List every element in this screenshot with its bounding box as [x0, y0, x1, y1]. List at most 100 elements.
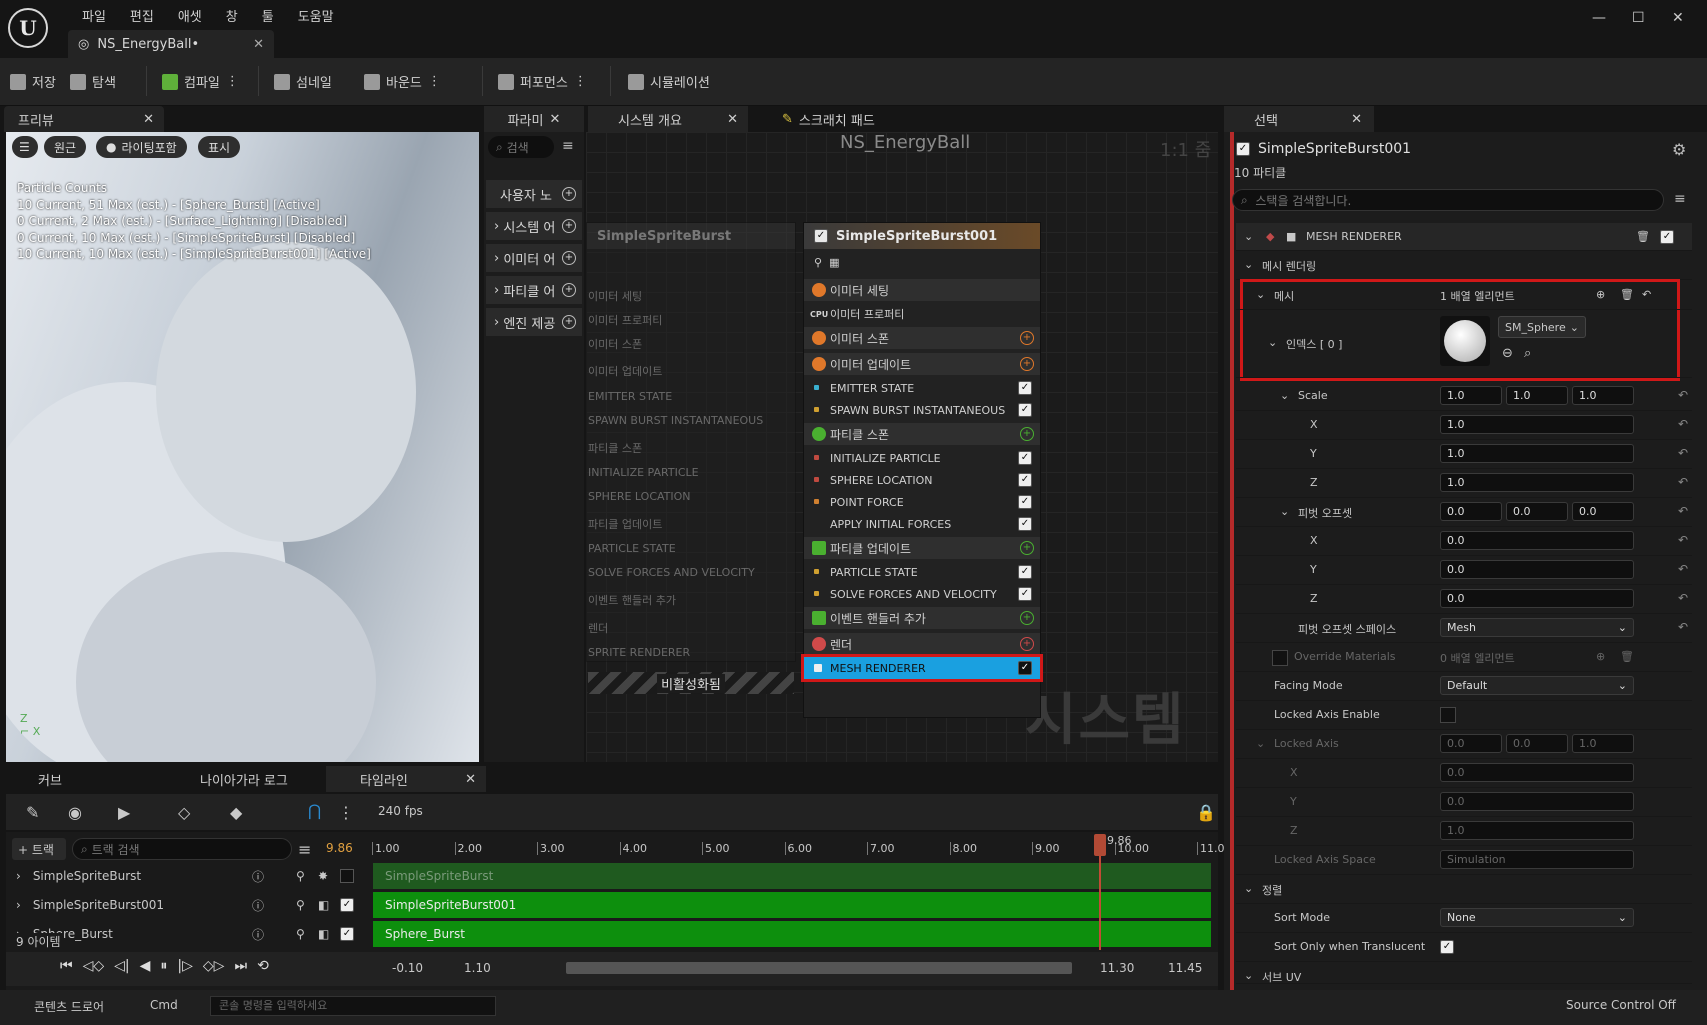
play-options-icon[interactable]: ▶ — [118, 803, 130, 822]
chevron-down-icon[interactable]: ⌄ — [1244, 882, 1253, 895]
burst-icon[interactable]: ✸ — [318, 869, 328, 883]
jump-end-icon[interactable]: ⏭ — [234, 958, 247, 974]
lighting-button[interactable]: ● 라이팅포함 — [96, 136, 187, 158]
trash-icon[interactable]: 🗑 — [1620, 288, 1634, 301]
performance-button[interactable]: 퍼포먼스 ⋮ — [498, 72, 587, 91]
reset-icon[interactable]: ↶ — [1678, 620, 1688, 634]
menu-asset[interactable]: 애셋 — [166, 6, 214, 25]
locked-y-field[interactable]: 0.0 — [1506, 734, 1568, 753]
fps-dropdown[interactable]: 240 fps — [378, 804, 423, 818]
pause-icon[interactable]: ⏸ — [160, 958, 167, 974]
range-out-field[interactable]: 11.30 — [1100, 961, 1134, 975]
source-control-button[interactable]: Source Control Off — [1566, 998, 1676, 1012]
mesh-asset-dropdown[interactable]: SM_Sphere ⌄ — [1498, 316, 1586, 338]
track-bar[interactable]: Sphere_Burst — [373, 921, 1211, 947]
node-row[interactable]: 이미터 세팅 — [586, 288, 796, 312]
scale-y-field[interactable]: 1.0 — [1506, 386, 1568, 405]
document-tab[interactable]: ◎ NS_EnergyBall• ✕ — [68, 30, 274, 58]
tab-system-overview[interactable]: 시스템 개요 ✕ — [588, 106, 748, 132]
chevron-down-icon[interactable]: ⌄ — [1244, 230, 1253, 243]
more-icon[interactable]: ⋮ — [226, 74, 239, 89]
simulation-button[interactable]: 시뮬레이션 — [628, 72, 710, 91]
module-row[interactable]: POINT FORCE ✓ — [804, 491, 1040, 513]
reset-icon[interactable]: ↶ — [1642, 288, 1651, 301]
playhead-handle[interactable] — [1094, 834, 1106, 856]
node-row[interactable]: INITIALIZE PARTICLE — [586, 466, 796, 490]
param-group-user[interactable]: 사용자 노 + — [486, 180, 582, 208]
mesh-icon[interactable]: ◧ — [318, 927, 329, 941]
node-row[interactable]: SPHERE LOCATION — [586, 490, 796, 516]
params-search-input[interactable]: ⌕ 검색 — [488, 136, 554, 158]
scale-x-field[interactable]: 1.0 — [1440, 386, 1502, 405]
add-icon[interactable]: + — [562, 251, 576, 265]
preview-tab[interactable]: 프리뷰 ✕ — [4, 106, 164, 132]
module-checkbox[interactable]: ✓ — [1018, 403, 1032, 417]
more-icon[interactable]: ⋮ — [338, 803, 354, 822]
sort-mode-dropdown[interactable]: None ⌄ — [1440, 908, 1634, 927]
trash-icon[interactable]: 🗑 — [1620, 650, 1634, 663]
cmd-dropdown[interactable]: Cmd — [150, 998, 178, 1012]
add-track-button[interactable]: + 트랙 — [12, 838, 66, 860]
chevron-down-icon[interactable]: ⌄ — [1256, 737, 1265, 750]
module-checkbox[interactable]: ✓ — [1018, 381, 1032, 395]
locked-z-input[interactable]: 1.0 — [1440, 821, 1634, 840]
play-reverse-icon[interactable]: ◀ — [140, 958, 151, 974]
category-sorting[interactable]: ⌄ 정렬 — [1236, 875, 1692, 904]
section-event-handler[interactable]: 이벤트 핸들러 추가 + — [804, 607, 1040, 629]
locked-z-field[interactable]: 1.0 — [1572, 734, 1634, 753]
close-icon[interactable]: ✕ — [727, 112, 738, 127]
menu-file[interactable]: 파일 — [70, 6, 118, 25]
chevron-right-icon[interactable]: › — [16, 869, 21, 883]
stack-search-input[interactable]: ⌕ 스택을 검색합니다. — [1232, 189, 1664, 211]
override-checkbox[interactable] — [1272, 650, 1288, 666]
next-key-icon[interactable]: ◇▷ — [203, 958, 225, 974]
trash-icon[interactable]: 🗑 — [1636, 230, 1650, 243]
info-icon[interactable]: ⓘ — [252, 868, 264, 885]
module-checkbox[interactable]: ✓ — [1018, 517, 1032, 531]
locked-space-dropdown[interactable]: Simulation — [1440, 850, 1634, 869]
pin-icon[interactable]: ⚲ — [814, 256, 822, 269]
param-group-emitter[interactable]: › 이미터 어 + — [486, 244, 582, 272]
grid-icon[interactable]: ▦ — [829, 256, 839, 269]
node-row[interactable]: 렌더 — [586, 620, 796, 646]
section-render[interactable]: 렌더 + — [804, 633, 1040, 655]
more-icon[interactable]: ⋮ — [428, 74, 441, 89]
save-button[interactable]: 저장 — [10, 72, 56, 91]
close-icon[interactable]: ✕ — [1351, 112, 1362, 127]
module-header-mesh-renderer[interactable]: ⌄ ◆ ■ MESH RENDERER 🗑 ✓ — [1236, 223, 1692, 251]
chevron-down-icon[interactable]: ⌄ — [1244, 969, 1253, 982]
compile-button[interactable]: 컴파일 ⋮ — [162, 72, 239, 91]
section-emitter-update[interactable]: 이미터 업데이트 + — [804, 353, 1040, 375]
close-icon[interactable]: ✕ — [465, 772, 476, 787]
console-input[interactable]: 콘솔 명령을 입력하세요 — [210, 996, 496, 1016]
add-renderer-icon[interactable]: + — [1020, 637, 1034, 651]
scale-z-input[interactable]: 1.0 — [1440, 473, 1634, 492]
unreal-logo-icon[interactable]: U — [8, 8, 48, 48]
pin-icon[interactable]: ⚲ — [296, 927, 305, 941]
locked-x-field[interactable]: 0.0 — [1440, 734, 1502, 753]
param-group-system[interactable]: › 시스템 어 + — [486, 212, 582, 240]
filter-icon[interactable]: ≡ — [298, 840, 311, 859]
reset-icon[interactable]: ↶ — [1678, 446, 1688, 460]
add-event-icon[interactable]: + — [1020, 611, 1034, 625]
range-in-field[interactable]: 1.10 — [464, 961, 491, 975]
perspective-button[interactable]: 원근 — [44, 136, 87, 158]
pivot-space-dropdown[interactable]: Mesh ⌄ — [1440, 618, 1634, 637]
bounds-button[interactable]: 바운드 ⋮ — [364, 72, 441, 91]
pin-icon[interactable]: ⚲ — [296, 869, 305, 883]
track-row[interactable]: › SimpleSpriteBurst ⓘ ⚲ ✸ — [6, 862, 366, 890]
scale-y-input[interactable]: 1.0 — [1440, 444, 1634, 463]
gear-icon[interactable]: ⚙ — [1672, 140, 1686, 159]
reset-icon[interactable]: ↶ — [1678, 533, 1688, 547]
chevron-down-icon[interactable]: ⌄ — [1280, 389, 1289, 402]
track-bar[interactable]: SimpleSpriteBurst001 — [373, 892, 1211, 918]
module-row[interactable]: SOLVE FORCES AND VELOCITY ✓ — [804, 583, 1040, 605]
wrench-icon[interactable]: ✎ — [26, 803, 39, 822]
node-header[interactable]: ✓ SimpleSpriteBurst001 — [804, 223, 1040, 249]
close-icon[interactable]: ✕ — [549, 112, 560, 127]
viewport-menu-button[interactable]: ☰ — [12, 136, 38, 158]
tab-niagara-log[interactable]: 나이아가라 로그 — [200, 766, 288, 792]
prev-key-icon[interactable]: ◁◇ — [83, 958, 105, 974]
module-row[interactable]: SPAWN BURST INSTANTANEOUS ✓ — [804, 399, 1040, 421]
node-row[interactable]: 파티클 업데이트 — [586, 516, 796, 542]
